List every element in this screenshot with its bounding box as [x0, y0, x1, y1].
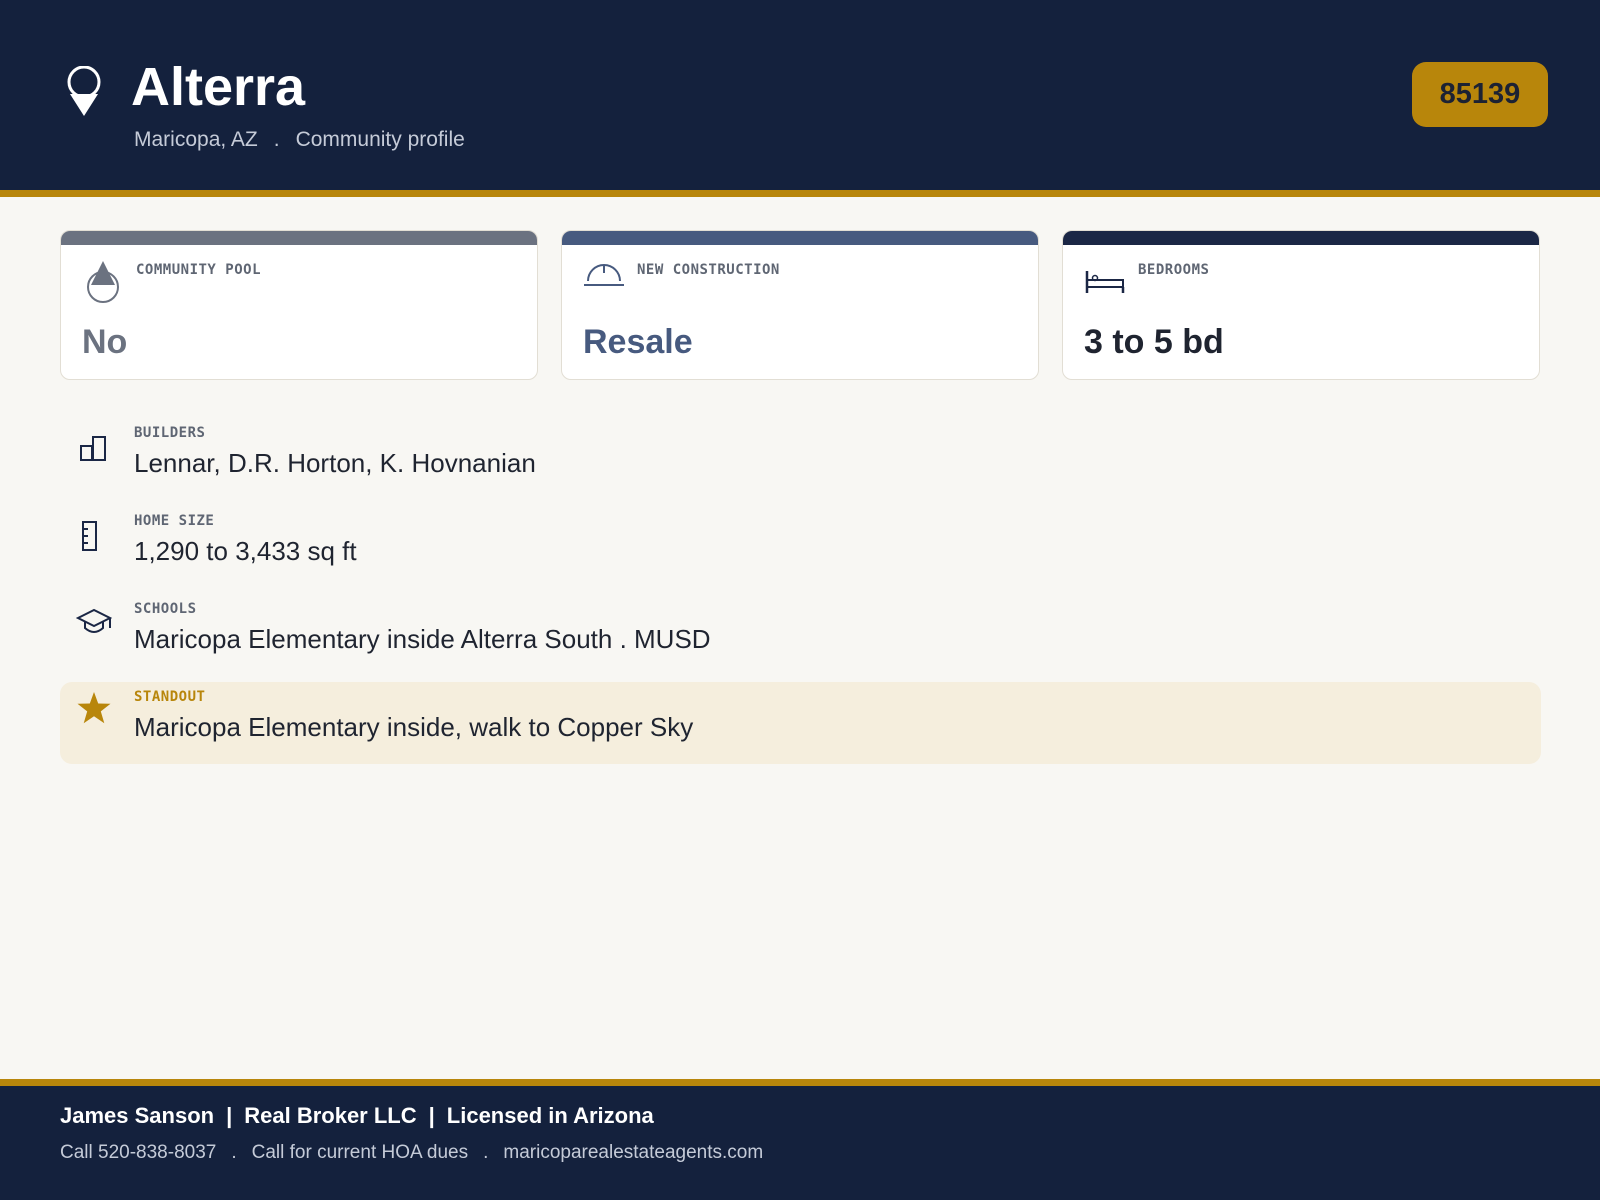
- hoa-note: Call for current HOA dues: [251, 1142, 469, 1163]
- card-accent-bar: [61, 231, 537, 245]
- header-subtitle: Maricopa, AZ. Community profile: [134, 128, 465, 152]
- footer-contact-line: Call 520-838-8037. Call for current HOA d…: [60, 1142, 763, 1164]
- community-title: Alterra: [131, 57, 306, 117]
- footer-separator: .: [483, 1142, 489, 1163]
- card-community-pool: COMMUNITY POOL No: [60, 230, 538, 380]
- website-text: maricoparealestateagents.com: [503, 1142, 764, 1163]
- bed-icon: [1085, 259, 1125, 303]
- standout-label: STANDOUT: [134, 689, 206, 705]
- home-size-value: 1,290 to 3,433 sq ft: [134, 536, 357, 566]
- card-label: NEW CONSTRUCTION: [637, 262, 780, 278]
- card-bedrooms: BEDROOMS 3 to 5 bd: [1062, 230, 1540, 380]
- builders-value: Lennar, D.R. Horton, K. Hovnanian: [134, 448, 536, 478]
- builders-label: BUILDERS: [134, 425, 206, 441]
- card-new-construction: NEW CONSTRUCTION Resale: [561, 230, 1039, 380]
- card-value: 3 to 5 bd: [1084, 323, 1224, 361]
- card-label: BEDROOMS: [1138, 262, 1210, 278]
- card-value: Resale: [583, 323, 693, 361]
- card-label: COMMUNITY POOL: [136, 262, 262, 278]
- footer-pipe: |: [226, 1103, 233, 1128]
- card-value: No: [82, 323, 128, 361]
- page-type-label: Community profile: [295, 128, 465, 151]
- agent-name: James Sanson: [60, 1103, 215, 1128]
- license-text: Licensed in Arizona: [446, 1103, 654, 1128]
- footer-separator: .: [231, 1142, 237, 1163]
- home-size-label: HOME SIZE: [134, 513, 215, 529]
- header-accent-rule: [0, 190, 1600, 197]
- water-drop-icon: [83, 259, 123, 303]
- hard-hat-icon: [584, 259, 624, 303]
- brokerage-name: Real Broker LLC: [244, 1103, 417, 1128]
- star-icon: [76, 690, 112, 726]
- buildings-icon: [76, 432, 112, 468]
- phone-text: Call 520-838-8037: [60, 1142, 217, 1163]
- card-accent-bar: [1063, 231, 1539, 245]
- card-accent-bar: [562, 231, 1038, 245]
- map-pin-icon: [64, 65, 104, 118]
- zip-code-badge: 85139: [1412, 62, 1548, 127]
- footer-agent-line: James Sanson | Real Broker LLC | Licensed in…: [60, 1103, 654, 1129]
- graduation-cap-icon: [75, 606, 113, 642]
- subtitle-separator: .: [273, 128, 280, 151]
- ruler-icon: [76, 518, 112, 554]
- schools-value: Maricopa Elementary inside Alterra South…: [134, 624, 711, 654]
- standout-value: Maricopa Elementary inside, walk to Copp…: [134, 712, 694, 742]
- footer-pipe: |: [428, 1103, 435, 1128]
- schools-label: SCHOOLS: [134, 601, 197, 617]
- footer-accent-rule: [0, 1079, 1600, 1086]
- city-label: Maricopa, AZ: [134, 128, 258, 151]
